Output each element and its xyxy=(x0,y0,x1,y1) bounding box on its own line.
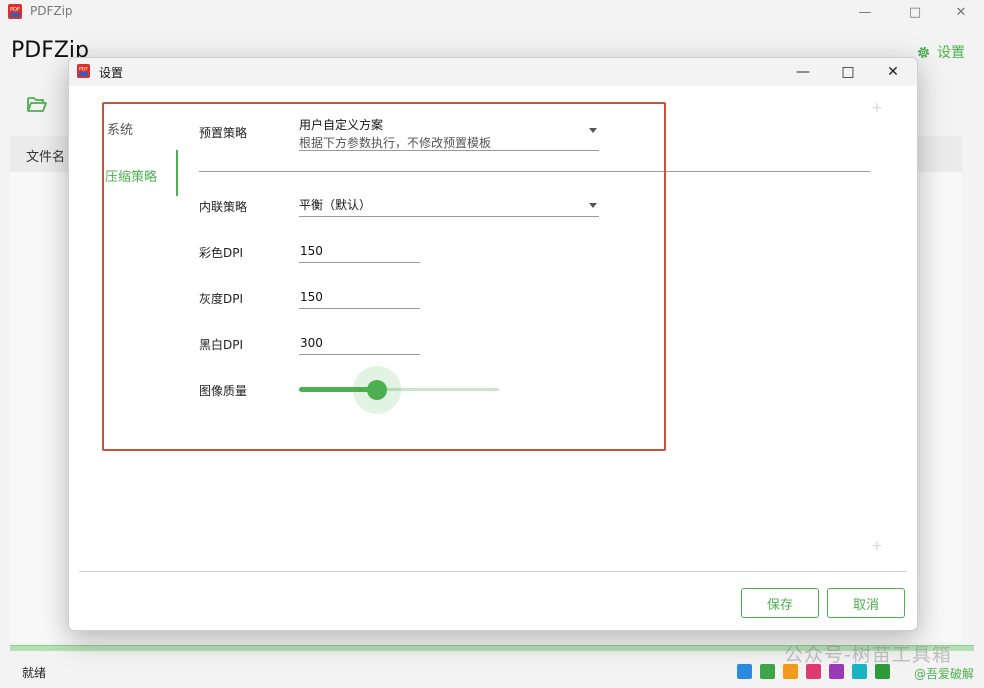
close-button[interactable]: ✕ xyxy=(938,0,984,24)
close-icon: ✕ xyxy=(887,64,899,80)
dialog-title: 设置 xyxy=(99,66,124,80)
preset-strategy-description: 根据下方参数执行，不修改预置模板 xyxy=(299,136,492,150)
color-swatch[interactable] xyxy=(760,664,775,679)
column-header-filename[interactable]: 文件名 xyxy=(26,146,65,165)
window-title: PDFZip xyxy=(30,4,73,18)
minimize-button[interactable]: — xyxy=(842,0,888,24)
status-text: 就绪 xyxy=(22,666,47,680)
faint-plus-icon: + xyxy=(871,538,883,554)
main-titlebar: PDF PDFZip — □ ✕ xyxy=(0,0,984,24)
color-swatch[interactable] xyxy=(737,664,752,679)
inline-strategy-select[interactable]: 平衡（默认） xyxy=(299,196,599,217)
dialog-close-button[interactable]: ✕ xyxy=(875,60,911,84)
dialog-minimize-button[interactable]: — xyxy=(785,60,821,84)
settings-label: 设置 xyxy=(937,45,965,61)
faint-plus-icon: + xyxy=(871,100,883,116)
maximize-icon: □ xyxy=(841,64,855,80)
mono-dpi-label: 黑白DPI xyxy=(199,338,244,352)
dialog-footer-divider xyxy=(79,571,907,572)
preset-strategy-value: 用户自定义方案 xyxy=(299,118,384,132)
pdf-logo-icon: PDF xyxy=(77,64,90,78)
cancel-button[interactable]: 取消 xyxy=(827,588,905,618)
chevron-down-icon xyxy=(589,128,597,133)
gear-icon xyxy=(917,46,930,58)
close-icon: ✕ xyxy=(955,4,967,20)
credit-label: @吾爱破解 xyxy=(914,667,975,681)
gray-dpi-label: 灰度DPI xyxy=(199,292,244,306)
minimize-icon: — xyxy=(796,64,810,80)
watermark: 公众号-树苗工具箱 xyxy=(784,644,952,666)
section-divider xyxy=(199,171,870,172)
svg-text:PDF: PDF xyxy=(79,67,88,73)
svg-text:PDF: PDF xyxy=(10,7,20,13)
dialog-titlebar: PDF 设置 — □ ✕ xyxy=(69,58,917,86)
color-dpi-label: 彩色DPI xyxy=(199,246,244,260)
save-button[interactable]: 保存 xyxy=(741,588,819,618)
maximize-icon: □ xyxy=(908,4,922,20)
minimize-icon: — xyxy=(858,4,872,20)
maximize-button[interactable]: □ xyxy=(892,0,938,24)
image-quality-label: 图像质量 xyxy=(199,384,248,398)
nav-item-compression[interactable]: 压缩策略 xyxy=(105,166,157,185)
chevron-down-icon xyxy=(589,203,597,208)
preset-strategy-label: 预置策略 xyxy=(199,126,248,140)
settings-button[interactable]: 设置 xyxy=(916,42,965,62)
gray-dpi-input[interactable] xyxy=(299,286,420,309)
nav-active-indicator xyxy=(176,150,178,196)
pdf-logo-icon: PDF xyxy=(8,4,22,19)
slider-thumb[interactable] xyxy=(367,380,387,400)
folder-open-icon[interactable] xyxy=(26,94,48,114)
nav-item-system[interactable]: 系统 xyxy=(107,119,133,138)
mono-dpi-input[interactable] xyxy=(299,332,420,355)
inline-strategy-value: 平衡（默认） xyxy=(299,198,372,212)
dialog-maximize-button[interactable]: □ xyxy=(830,60,866,84)
color-dpi-input[interactable] xyxy=(299,240,420,263)
settings-dialog: PDF 设置 — □ ✕ 系统 压缩策略 预置策略 用户自定义方案 根据下方参数… xyxy=(68,57,918,631)
image-quality-slider[interactable] xyxy=(299,366,499,414)
preset-strategy-select[interactable]: 用户自定义方案 根据下方参数执行，不修改预置模板 xyxy=(299,116,599,151)
inline-strategy-label: 内联策略 xyxy=(199,200,248,214)
